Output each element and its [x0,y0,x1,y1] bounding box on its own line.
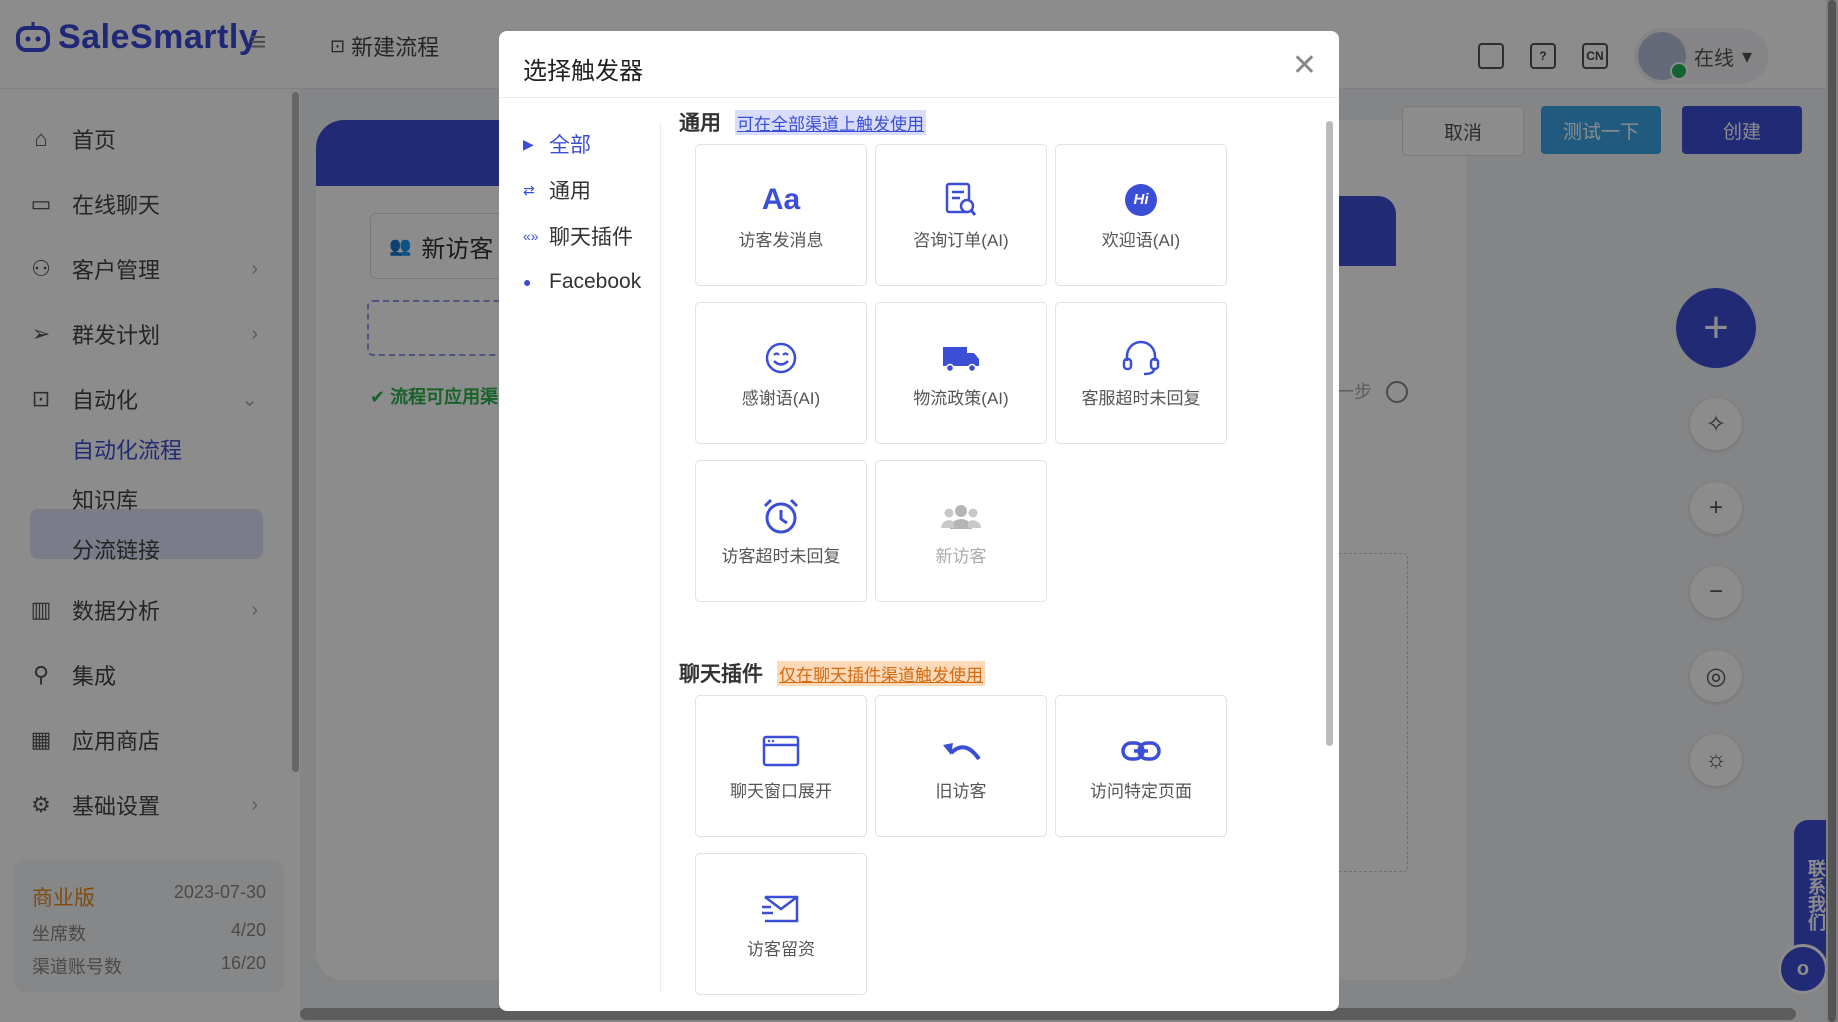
category-all[interactable]: ▶ 全部 [523,121,641,167]
document-search-icon [944,180,978,220]
divider [499,97,1339,98]
truck-icon [942,338,980,378]
category-label: 全部 [549,134,591,157]
tile-label: 感谢语(AI) [741,388,821,408]
trigger-new-visitor: 新访客 [875,460,1047,602]
category-label: 通用 [549,180,591,203]
general-trigger-grid: Aa 访客发消息 咨询订单(AI) Hi 欢迎语(AI) 感谢语(AI) 物流政… [695,144,1227,602]
alarm-clock-icon [762,496,800,536]
messenger-icon: ● [523,274,532,290]
trigger-selector-modal: 选择触发器 ✕ ▶ 全部 ⇄ 通用 «» 聊天插件 ● Facebook 通用 … [499,31,1339,1011]
plugin-icon: «» [523,228,539,244]
undo-arrow-icon [941,731,981,771]
trigger-visitor-timeout[interactable]: 访客超时未回复 [695,460,867,602]
trigger-logistics-ai[interactable]: 物流政策(AI) [875,302,1047,444]
section-chat-plugin-header: 聊天插件 仅在聊天插件渠道触发使用 [679,658,985,688]
category-label: Facebook [549,270,642,293]
section-title: 聊天插件 [679,663,763,686]
section-hint: 可在全部渠道上触发使用 [735,109,926,135]
trigger-visitor-lead-capture[interactable]: 访客留资 [695,853,867,995]
tile-label: 咨询订单(AI) [913,230,1009,250]
tile-label: 新访客 [935,546,987,566]
modal-scrollbar[interactable] [1326,121,1333,746]
chat-plugin-trigger-grid: 聊天窗口展开 旧访客 访问特定页面 访客留资 [695,695,1227,995]
link-icon [1121,731,1161,771]
divider [660,123,661,993]
smile-icon [764,338,798,378]
group-icon [940,496,982,536]
trigger-thanks-ai[interactable]: 感谢语(AI) [695,302,867,444]
trigger-order-inquiry[interactable]: 咨询订单(AI) [875,144,1047,286]
text-aa-icon: Aa [761,182,801,216]
trigger-agent-timeout[interactable]: 客服超时未回复 [1055,302,1227,444]
trigger-category-nav: ▶ 全部 ⇄ 通用 «» 聊天插件 ● Facebook [523,121,641,305]
tile-label: 访问特定页面 [1090,781,1192,801]
section-hint: 仅在聊天插件渠道触发使用 [777,660,985,686]
browser-window-icon [762,731,800,771]
trigger-chat-window-open[interactable]: 聊天窗口展开 [695,695,867,837]
category-facebook[interactable]: ● Facebook [523,259,641,305]
category-chat-plugin[interactable]: «» 聊天插件 [523,213,641,259]
category-general[interactable]: ⇄ 通用 [523,167,641,213]
tile-label: 访客发消息 [738,230,824,250]
tile-label: 聊天窗口展开 [730,781,832,801]
category-label: 聊天插件 [549,226,633,249]
swap-icon: ⇄ [523,181,535,198]
triangle-right-icon: ▶ [523,135,534,152]
tile-label: 访客超时未回复 [721,546,841,566]
trigger-returning-visitor[interactable]: 旧访客 [875,695,1047,837]
form-mail-icon [761,889,801,929]
modal-title: 选择触发器 [523,58,643,85]
tile-label: 访客留资 [747,939,815,959]
trigger-visit-specific-page[interactable]: 访问特定页面 [1055,695,1227,837]
tile-label: 客服超时未回复 [1081,388,1201,408]
section-title: 通用 [679,112,721,135]
trigger-visitor-message[interactable]: Aa 访客发消息 [695,144,867,286]
close-icon[interactable]: ✕ [1292,51,1317,81]
tile-label: 欢迎语(AI) [1101,230,1181,250]
headset-icon [1121,338,1161,378]
tile-label: 旧访客 [935,781,987,801]
hi-badge-icon: Hi [1125,180,1157,220]
trigger-welcome-ai[interactable]: Hi 欢迎语(AI) [1055,144,1227,286]
tile-label: 物流政策(AI) [913,388,1009,408]
section-general-header: 通用 可在全部渠道上触发使用 [679,107,926,137]
